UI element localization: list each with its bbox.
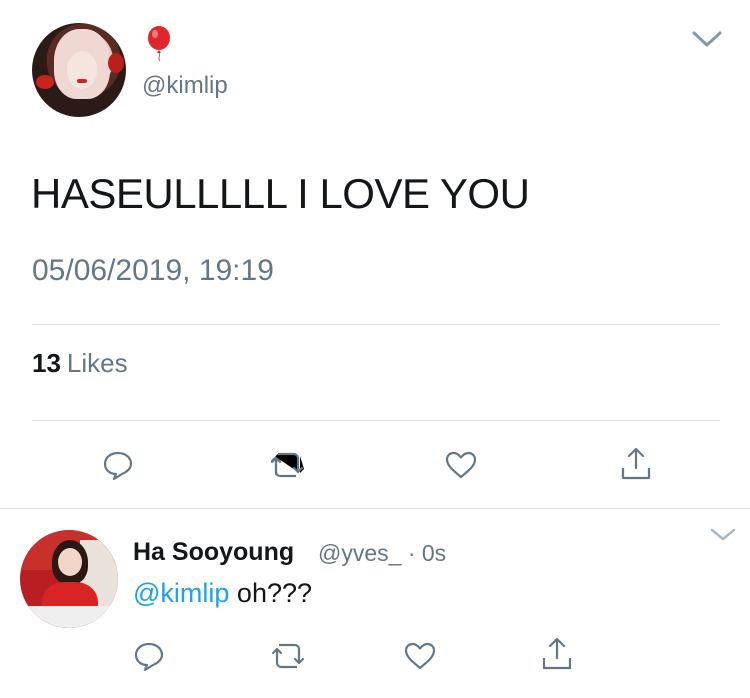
retweet-icon[interactable] [271,641,307,676]
avatar-face [58,548,82,576]
meta-separator: · [407,540,416,566]
like-icon[interactable] [403,641,437,676]
divider [32,324,720,325]
retweet-icon[interactable] [270,450,306,485]
avatar-lips [77,79,87,83]
likes-label: Likes [66,348,128,378]
reply-meta: @yves_ · 0s [318,540,446,567]
reply-author-handle[interactable]: @yves_ [318,540,401,566]
chevron-down-icon[interactable] [692,30,722,53]
avatar-face [67,51,97,89]
divider [32,420,720,421]
reply-time: 0s [421,540,447,566]
reply-body: oh??? [229,578,313,608]
likes-count[interactable]: 13 Likes [32,348,128,379]
likes-number: 13 [32,348,61,378]
reply-text: @kimlip oh??? [133,578,312,609]
avatar-decor [108,53,124,73]
reply-icon[interactable] [102,449,134,486]
reply-author-name[interactable]: Ha Sooyoung [133,538,294,567]
author-handle[interactable]: @kimlip [142,72,228,100]
share-icon[interactable] [620,446,652,487]
share-icon[interactable] [541,636,573,677]
like-icon[interactable] [444,450,478,485]
balloon-icon [147,26,175,67]
divider [0,508,750,509]
avatar[interactable] [32,23,126,117]
avatar-table [20,606,118,628]
tweet-timestamp: 05/06/2019, 19:19 [32,254,274,287]
avatar[interactable] [20,530,118,628]
chevron-down-icon[interactable] [710,528,736,547]
tweet-text: HASEULLLLL I LOVE YOU [31,170,530,217]
avatar-decor [36,75,54,89]
reply-icon[interactable] [133,640,165,677]
mention-link[interactable]: @kimlip [133,578,229,608]
